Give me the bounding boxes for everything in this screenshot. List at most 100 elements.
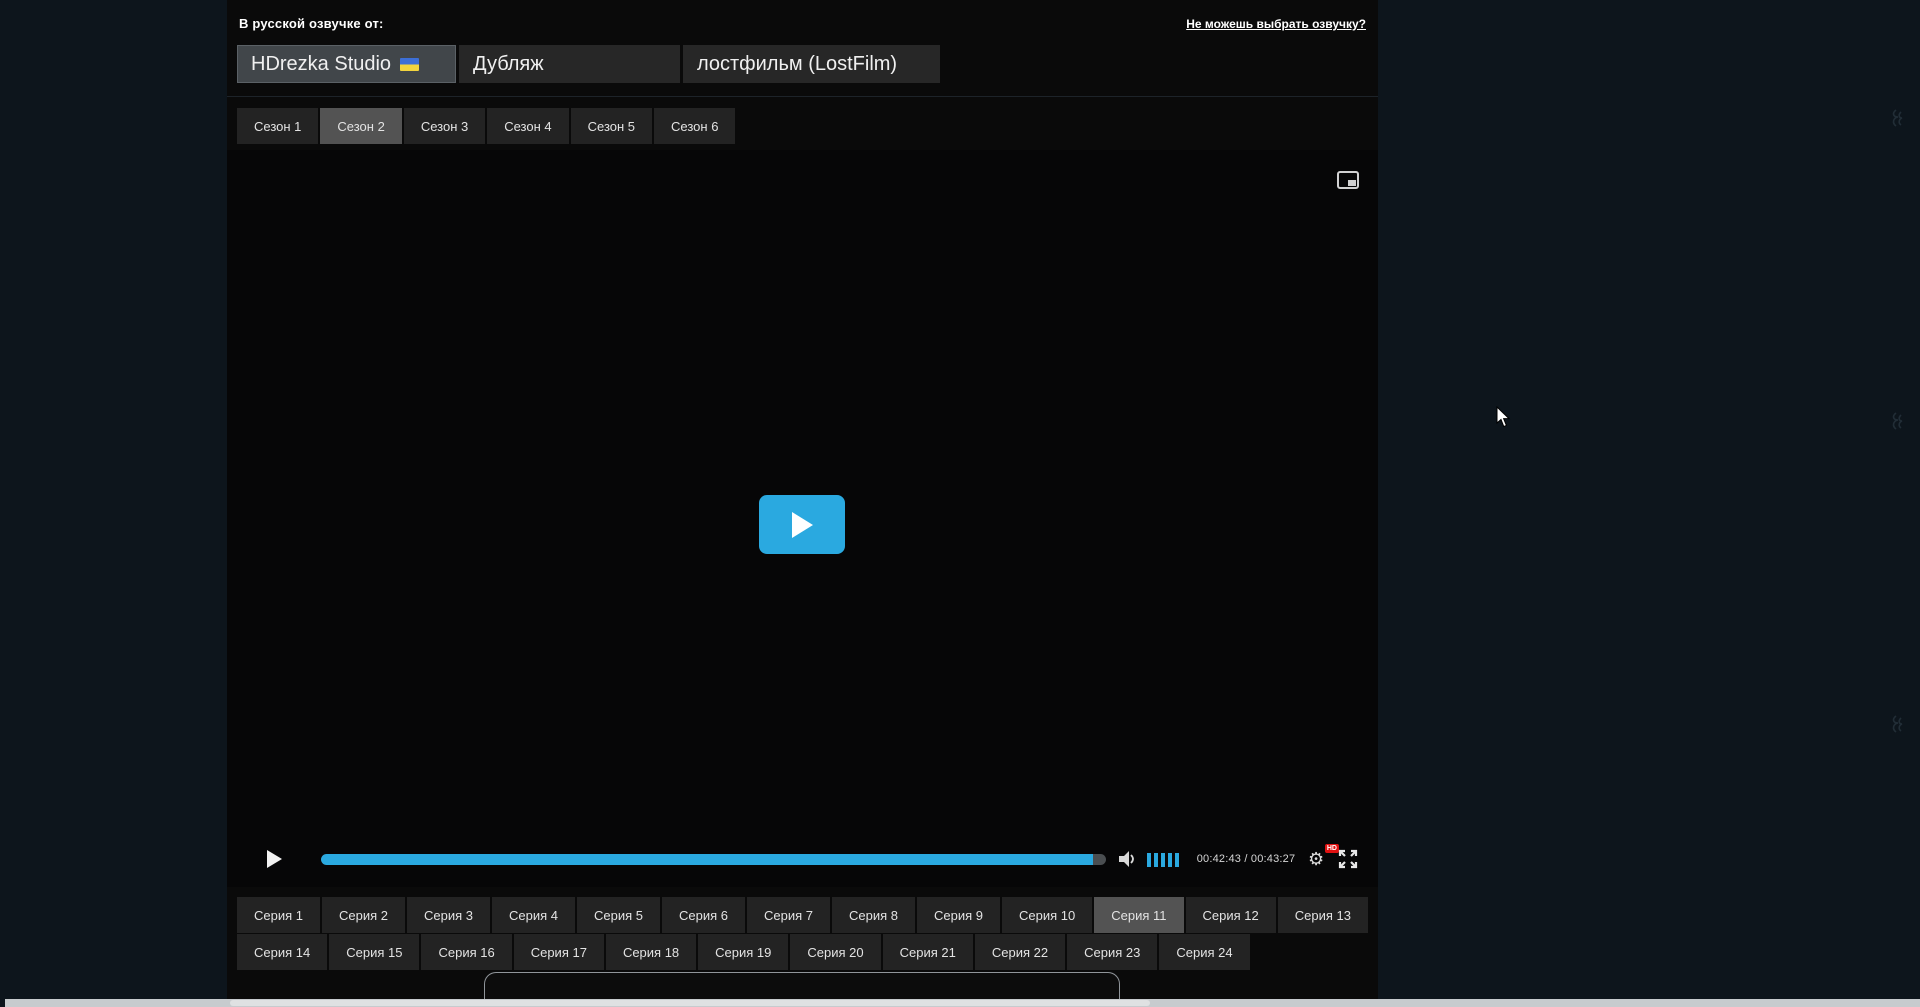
- time-display: 00:42:43 / 00:43:27: [1187, 853, 1305, 865]
- season-tab-2[interactable]: Сезон 2: [320, 108, 401, 144]
- episode-tab-4[interactable]: Серия 4: [492, 897, 575, 933]
- episode-tab-r2-10[interactable]: Серия 23: [1067, 934, 1157, 970]
- episode-tab-label: Серия 11: [1111, 908, 1166, 923]
- season-tab-4[interactable]: Сезон 4: [487, 108, 568, 144]
- episode-tab-9[interactable]: Серия 9: [917, 897, 1000, 933]
- seek-bar[interactable]: [321, 854, 1106, 865]
- translator-2[interactable]: Дубляж: [459, 45, 680, 83]
- play-icon: [790, 511, 814, 539]
- season-tab-label: Сезон 6: [671, 119, 718, 134]
- volume-icon[interactable]: [1118, 850, 1138, 868]
- voiceover-label: В русской озвучке от:: [239, 16, 384, 31]
- episode-tab-6[interactable]: Серия 6: [662, 897, 745, 933]
- episode-row-2: Серия 14 Серия 15 Серия 16 Серия 17 Серия 18…: [237, 934, 1250, 970]
- episode-tab-r2-label: Серия 23: [1084, 945, 1140, 960]
- video-player[interactable]: 00:42:43 / 00:43:27 ⚙ HD: [227, 150, 1378, 887]
- episode-tab-label: Серия 9: [934, 908, 983, 923]
- settings-button[interactable]: ⚙ HD: [1308, 846, 1332, 872]
- episode-tab-7[interactable]: Серия 7: [747, 897, 830, 933]
- episode-tab-1[interactable]: Серия 1: [237, 897, 320, 933]
- translator-3[interactable]: лостфильм (LostFilm): [683, 45, 940, 83]
- scrollbar-corner: [0, 999, 5, 1007]
- background-ornament-icon: [1888, 714, 1910, 738]
- volume-bar: [1161, 853, 1165, 867]
- translator-list: HDrezka Studio Дубляж лостфильм (LostFilm): [237, 45, 940, 83]
- season-tab-label: Сезон 3: [421, 119, 468, 134]
- episode-tab-label: Серия 4: [509, 908, 558, 923]
- episode-tab-r2-label: Серия 20: [807, 945, 863, 960]
- episode-tab-r2-label: Серия 21: [900, 945, 956, 960]
- episode-tab-10[interactable]: Серия 10: [1002, 897, 1092, 933]
- episode-row-1: Серия 1 Серия 2 Серия 3 Серия 4 Серия 5 Серия…: [237, 897, 1368, 933]
- season-tab-label: Сезон 2: [337, 119, 384, 134]
- background-ornament-icon: [1888, 411, 1910, 435]
- episode-tab-label: Серия 5: [594, 908, 643, 923]
- episode-tab-2[interactable]: Серия 2: [322, 897, 405, 933]
- episode-tab-label: Серия 3: [424, 908, 473, 923]
- episode-tab-r2-5[interactable]: Серия 18: [606, 934, 696, 970]
- episode-tab-12[interactable]: Серия 12: [1186, 897, 1276, 933]
- episode-tab-label: Серия 12: [1203, 908, 1259, 923]
- episode-tab-r2-11[interactable]: Серия 24: [1159, 934, 1249, 970]
- translator-label: Дубляж: [473, 53, 544, 76]
- episode-tab-label: Серия 2: [339, 908, 388, 923]
- episode-tab-r2-8[interactable]: Серия 21: [883, 934, 973, 970]
- season-tab-label: Сезон 1: [254, 119, 301, 134]
- season-tab-6[interactable]: Сезон 6: [654, 108, 735, 144]
- episode-tab-r2-label: Серия 18: [623, 945, 679, 960]
- episode-tab-r2-label: Серия 24: [1176, 945, 1232, 960]
- episode-tab-r2-3[interactable]: Серия 16: [421, 934, 511, 970]
- horizontal-scrollbar-thumb[interactable]: [230, 1000, 1150, 1006]
- header-divider: [227, 96, 1378, 97]
- season-tabs: Сезон 1 Сезон 2 Сезон 3 Сезон 4 Сезон 5 Сезон…: [237, 108, 735, 144]
- season-tab-5[interactable]: Сезон 5: [571, 108, 652, 144]
- episode-tab-label: Серия 1: [254, 908, 303, 923]
- volume-bar: [1147, 853, 1151, 867]
- season-tab-label: Сезон 4: [504, 119, 551, 134]
- ukraine-flag-icon: [400, 58, 419, 71]
- episode-tab-8[interactable]: Серия 8: [832, 897, 915, 933]
- gear-icon: ⚙: [1308, 849, 1324, 869]
- translator-label: HDrezka Studio: [251, 53, 391, 76]
- episode-tab-label: Серия 7: [764, 908, 813, 923]
- episode-tab-5[interactable]: Серия 5: [577, 897, 660, 933]
- episode-tab-label: Серия 10: [1019, 908, 1075, 923]
- volume-level-slider[interactable]: [1147, 852, 1179, 867]
- play-button[interactable]: [263, 848, 285, 870]
- mouse-cursor: [1496, 406, 1511, 428]
- horizontal-scrollbar[interactable]: [0, 999, 1920, 1007]
- episode-tab-r2-9[interactable]: Серия 22: [975, 934, 1065, 970]
- episode-tab-label: Серия 13: [1295, 908, 1351, 923]
- episode-tab-r2-2[interactable]: Серия 15: [329, 934, 419, 970]
- episode-tab-r2-6[interactable]: Серия 19: [698, 934, 788, 970]
- hd-quality-badge: HD: [1325, 844, 1339, 853]
- voiceover-help-link[interactable]: Не можешь выбрать озвучку?: [1186, 17, 1366, 31]
- episode-tab-11[interactable]: Серия 11: [1094, 897, 1183, 933]
- episode-tab-label: Серия 8: [849, 908, 898, 923]
- player-page-panel: В русской озвучке от: Не можешь выбрать …: [227, 0, 1378, 1007]
- translator-label: лостфильм (LostFilm): [697, 53, 897, 76]
- fullscreen-icon[interactable]: [1338, 849, 1358, 869]
- episode-tab-r2-label: Серия 17: [531, 945, 587, 960]
- episode-tab-r2-label: Серия 15: [346, 945, 402, 960]
- translator-1[interactable]: HDrezka Studio: [237, 45, 456, 83]
- volume-bar: [1168, 853, 1172, 867]
- episode-tab-13[interactable]: Серия 13: [1278, 897, 1368, 933]
- episode-tab-r2-1[interactable]: Серия 14: [237, 934, 327, 970]
- volume-bar: [1175, 853, 1179, 867]
- season-tab-label: Сезон 5: [588, 119, 635, 134]
- episode-tab-r2-4[interactable]: Серия 17: [514, 934, 604, 970]
- episode-tab-r2-label: Серия 16: [438, 945, 494, 960]
- episode-tab-r2-label: Серия 14: [254, 945, 310, 960]
- seek-bar-fill: [321, 854, 1093, 865]
- season-tab-3[interactable]: Сезон 3: [404, 108, 485, 144]
- episode-tab-r2-label: Серия 22: [992, 945, 1048, 960]
- episode-tab-r2-7[interactable]: Серия 20: [790, 934, 880, 970]
- big-play-button[interactable]: [759, 495, 845, 554]
- episode-tab-3[interactable]: Серия 3: [407, 897, 490, 933]
- picture-in-picture-icon[interactable]: [1337, 171, 1359, 189]
- volume-bar: [1154, 853, 1158, 867]
- player-controls-bar: 00:42:43 / 00:43:27 ⚙ HD: [227, 844, 1378, 875]
- season-tab-1[interactable]: Сезон 1: [237, 108, 318, 144]
- episode-tab-r2-label: Серия 19: [715, 945, 771, 960]
